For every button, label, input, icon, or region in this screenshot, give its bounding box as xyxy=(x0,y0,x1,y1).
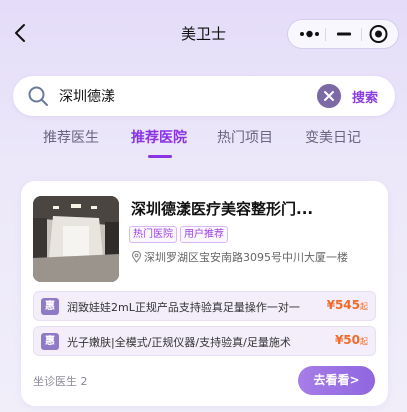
tab-recommended-hospitals[interactable]: 推荐医院 xyxy=(131,127,187,147)
deal-item[interactable]: 惠 光子嫩肤|全模式/正规仪器/支持验真/足量施术 ¥50起 xyxy=(33,326,376,356)
deal-description: 光子嫩肤|全模式/正规仪器/支持验真/足量施术 xyxy=(67,336,291,349)
hospital-address: 深圳罗湖区宝安南路3095号中川大厦一楼 xyxy=(131,249,386,265)
mini-program-capsule xyxy=(287,19,399,49)
doctor-count: 坐诊医生 2 xyxy=(33,375,88,388)
hospital-card[interactable]: 深圳德漾医疗美容整形门... 热门医院 用户推荐 深圳罗湖区宝安南路3095号中川… xyxy=(21,181,388,406)
tab-beauty-diary[interactable]: 变美日记 xyxy=(305,127,361,147)
tab-recommended-doctors[interactable]: 推荐医生 xyxy=(43,127,99,147)
location-pin-icon xyxy=(131,251,142,263)
hospital-name: 深圳德漾医疗美容整形门... xyxy=(131,200,314,218)
tag-hot-hospital: 热门医院 xyxy=(129,226,177,243)
clear-search-icon[interactable] xyxy=(317,84,341,108)
hospital-thumbnail xyxy=(33,196,119,282)
deal-description: 润致娃娃2mL正规产品支持验真足量操作一对一 xyxy=(67,301,300,314)
search-input[interactable] xyxy=(59,86,309,106)
close-target-icon[interactable] xyxy=(360,20,397,48)
address-text: 深圳罗湖区宝安南路3095号中川大厦一楼 xyxy=(144,251,348,264)
active-tab-indicator xyxy=(148,155,172,158)
deal-price: ¥50起 xyxy=(334,333,368,347)
search-button[interactable]: 搜索 xyxy=(352,87,378,106)
search-icon xyxy=(28,86,48,106)
view-hospital-button[interactable]: 去看看> xyxy=(298,366,375,395)
tab-hot-projects[interactable]: 热门项目 xyxy=(217,127,273,147)
minimize-icon[interactable] xyxy=(325,20,362,48)
discount-badge-icon: 惠 xyxy=(41,298,59,315)
hospital-tags: 热门医院 用户推荐 xyxy=(129,222,231,243)
tag-user-recommended: 用户推荐 xyxy=(180,226,228,243)
deal-price: ¥545起 xyxy=(326,298,368,312)
category-tabs: 推荐医生 推荐医院 热门项目 变美日记 xyxy=(0,127,407,161)
more-dots-icon[interactable] xyxy=(291,20,328,48)
discount-badge-icon: 惠 xyxy=(41,333,59,350)
navigation-bar: 美卫士 xyxy=(0,0,407,66)
search-bar: 搜索 xyxy=(13,76,395,116)
deal-item[interactable]: 惠 润致娃娃2mL正规产品支持验真足量操作一对一 ¥545起 xyxy=(33,291,376,321)
